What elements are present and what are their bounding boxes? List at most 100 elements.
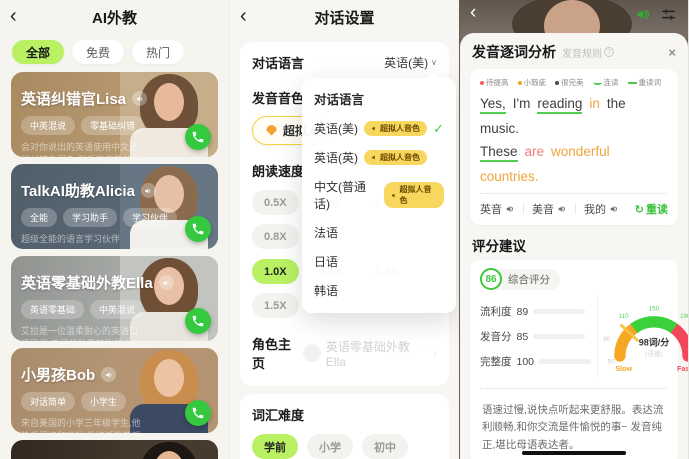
- word[interactable]: wonderful: [551, 144, 610, 162]
- dropdown-item-fr[interactable]: 法语: [302, 218, 456, 247]
- word[interactable]: I'm: [513, 96, 531, 114]
- speaker-icon: [505, 204, 515, 214]
- back-icon[interactable]: ‹: [470, 2, 476, 24]
- us-audio-button[interactable]: 美音: [532, 201, 567, 217]
- close-icon[interactable]: ×: [668, 45, 676, 60]
- phone-icon: [191, 130, 205, 144]
- speed-gauge: 50 90 110 150 190 210 250 98词/分 (语速) Slo…: [597, 294, 688, 379]
- tab-free[interactable]: 免费: [72, 40, 124, 64]
- svg-text:190: 190: [680, 313, 688, 320]
- speaker-icon: [371, 125, 378, 132]
- pronunciation-panel: ‹ 发音逐词分析 发音规则? × 待提高 小瑕疵 很完美 连读 重读词 Yes,: [459, 0, 688, 459]
- tutor-tag: 零基础纠错: [81, 116, 144, 135]
- tutor-card-mira[interactable]: 超拟人音色 AI外教Mira: [11, 440, 218, 459]
- word[interactable]: Yes,: [480, 96, 506, 114]
- question-icon: ?: [604, 47, 614, 57]
- svg-text:Fast: Fast: [677, 365, 688, 373]
- svg-text:90: 90: [603, 335, 610, 342]
- vocab-chip[interactable]: 初中: [362, 434, 408, 459]
- dropdown-item-ja[interactable]: 日语: [302, 247, 456, 276]
- sentence-2: These are wonderful countries.: [480, 144, 668, 184]
- svg-text:150: 150: [649, 305, 660, 312]
- language-select[interactable]: 英语(美)∨: [384, 54, 437, 71]
- tutor-tag: 英语零基础: [21, 300, 84, 319]
- speed-chip[interactable]: 1.5X: [252, 293, 299, 318]
- speaker-icon[interactable]: [101, 367, 116, 382]
- speaker-icon: [609, 204, 619, 214]
- dropdown-item-en-us[interactable]: 英语(美)超拟人音色✓: [302, 114, 456, 143]
- back-icon[interactable]: ‹: [240, 4, 247, 28]
- tutor-cards: 超拟人音色 英语纠错官Lisa 中英混说零基础纠错 会对你说出的英语使用中文进行…: [0, 68, 229, 459]
- tutor-card-bob[interactable]: 超拟人音色 小男孩Bob 对话简单小学生 来自美国的小学三年级学生,他热爱阅读和…: [11, 348, 218, 433]
- speaker-icon[interactable]: [132, 91, 147, 106]
- vocab-chip-selected[interactable]: 学前: [252, 434, 298, 459]
- svg-text:Slow: Slow: [615, 365, 632, 373]
- adjust-icon[interactable]: [661, 7, 676, 27]
- word[interactable]: are: [525, 144, 545, 162]
- phone-icon: [191, 406, 205, 420]
- speed-chip[interactable]: 0.5X: [252, 190, 299, 215]
- voice-badge: 超拟人音色: [364, 150, 427, 165]
- chevron-down-icon: ∨: [431, 58, 437, 67]
- tutor-tag: 学习伙伴: [123, 208, 177, 227]
- tutor-card-ella[interactable]: 超拟人音色 英语零基础外教Ella 英语零基础中英混说 艾拉是一位温柔耐心的英语…: [11, 256, 218, 341]
- profile-preview[interactable]: 英语零基础外教Ella‹: [303, 338, 437, 369]
- pronunciation-rules-link[interactable]: 发音规则?: [562, 45, 614, 60]
- speed-chip[interactable]: 0.8X: [252, 224, 299, 249]
- retry-icon: ↻: [635, 203, 644, 216]
- score-heading: 评分建议: [472, 235, 676, 255]
- check-icon: ✓: [433, 121, 444, 137]
- word-analysis-card: 待提高 小瑕疵 很完美 连读 重读词 Yes, I'm reading in t…: [470, 69, 678, 225]
- back-icon[interactable]: ‹: [10, 4, 17, 28]
- tab-all[interactable]: 全部: [12, 40, 64, 64]
- svg-text:110: 110: [619, 313, 629, 320]
- call-button[interactable]: [185, 124, 211, 150]
- call-button[interactable]: [185, 216, 211, 242]
- call-button[interactable]: [185, 308, 211, 334]
- tutor-card-lisa[interactable]: 超拟人音色 英语纠错官Lisa 中英混说零基础纠错 会对你说出的英语使用中文进行…: [11, 72, 218, 157]
- speaker-icon: [371, 154, 378, 161]
- tutor-tag: 中英混说: [90, 300, 144, 319]
- call-button[interactable]: [185, 400, 211, 426]
- tutor-desc: 超级全能的语言学习伙伴: [21, 233, 143, 246]
- score-bars: 流利度89 发音分85 完整度100: [480, 294, 597, 379]
- sentence-1: Yes, I'm reading in the music.: [480, 96, 668, 136]
- uk-audio-button[interactable]: 英音: [480, 201, 515, 217]
- overall-score-label: 综合评分: [496, 269, 560, 290]
- tutor-name: 英语零基础外教Ella: [21, 272, 153, 293]
- chat-settings-panel: ‹ 对话设置 对话语言 英语(美)∨ 发音音色 超拟人 朗读速度 0.5X 0.…: [229, 0, 459, 459]
- vocab-chip[interactable]: 小学: [307, 434, 353, 459]
- needs-work-dot: [480, 81, 484, 85]
- word[interactable]: countries.: [480, 169, 539, 184]
- language-label: 对话语言: [252, 53, 304, 72]
- speed-chip-selected[interactable]: 1.0X: [252, 259, 299, 284]
- overall-score-badge: 86: [480, 268, 502, 290]
- liaison-mark: [593, 80, 602, 85]
- tutor-name: 小男孩Bob: [21, 364, 95, 385]
- speaker-icon[interactable]: [159, 275, 174, 290]
- score-card: 86 综合评分 流利度89 发音分85 完整度100: [470, 260, 678, 459]
- language-dropdown: 对话语言 英语(美)超拟人音色✓ 英语(英)超拟人音色 中文(普通话)超拟人音色…: [302, 78, 456, 313]
- word[interactable]: in: [589, 96, 600, 114]
- word[interactable]: These: [480, 144, 518, 162]
- stress-mark: [628, 82, 637, 84]
- speaker-on-icon[interactable]: [635, 7, 650, 27]
- word[interactable]: music.: [480, 121, 519, 136]
- vocab-card: 词汇难度 学前 小学 初中 高中 四级 六级 考研 商务 专四专八 雅思 托福 …: [240, 394, 449, 459]
- my-audio-button[interactable]: 我的: [584, 201, 619, 217]
- dropdown-item-en-gb[interactable]: 英语(英)超拟人音色: [302, 143, 456, 172]
- tutor-tag: 小学生: [81, 392, 126, 411]
- speaker-icon[interactable]: [141, 183, 156, 198]
- tutor-card-alicia[interactable]: 超拟人音色 TalkAI助教Alicia 全能学习助手学习伙伴 超级全能的语言学…: [11, 164, 218, 249]
- speaker-icon: [557, 204, 567, 214]
- dropdown-item-zh[interactable]: 中文(普通话)超拟人音色: [302, 172, 456, 218]
- word[interactable]: the: [607, 96, 626, 114]
- svg-text:(语速): (语速): [645, 348, 663, 357]
- retry-reading-button[interactable]: ↻重读: [635, 201, 668, 217]
- word[interactable]: reading: [537, 96, 582, 114]
- tab-hot[interactable]: 热门: [132, 40, 184, 64]
- dropdown-item-ko[interactable]: 韩语: [302, 276, 456, 305]
- tutor-tag: 学习助手: [63, 208, 117, 227]
- audio-controls: 英音 美音 我的 ↻重读: [480, 201, 668, 217]
- dropdown-title: 对话语言: [302, 83, 456, 114]
